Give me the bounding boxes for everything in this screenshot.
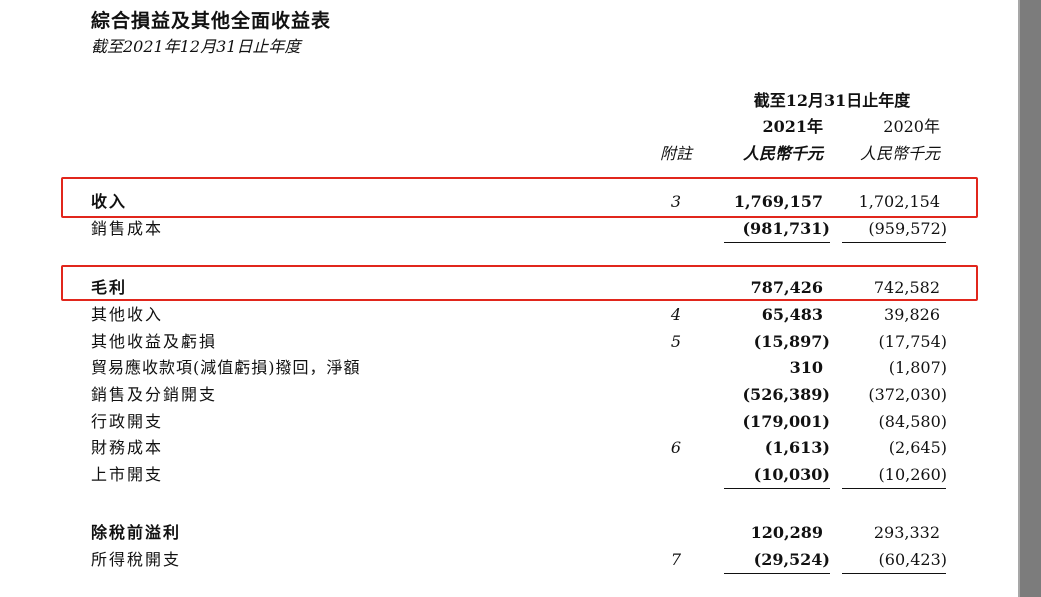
table-row: 銷售及分銷開支 (526,389) (372,030) [0,382,1018,408]
value-2020: 293,332 [873,523,940,542]
currency-2021-header: 人民幣千元 [742,144,823,163]
table-row: 行政開支 (179,001) (84,580) [0,409,1018,435]
row-note: 6 [670,438,682,457]
row-label: 銷售及分銷開支 [91,385,218,404]
highlight-box-revenue [61,177,978,218]
table-row: 上市開支 (10,030) (10,260) [0,462,1018,488]
row-label: 上市開支 [91,465,164,484]
subtotal-underline-2021 [724,573,830,574]
table-row: 貿易應收款項(減值虧損)撥回，淨額 310 (1,807) [0,355,1018,381]
value-2020: (84,580) [878,412,947,431]
value-2021: 65,483 [761,305,823,324]
table-row: 銷售成本 (981,731) (959,572) [0,216,1018,242]
value-2021: (15,897) [753,332,830,351]
value-2020: (60,423) [878,550,947,569]
value-2020: (17,754) [878,332,947,351]
value-2020: (959,572) [868,219,947,238]
row-label: 財務成本 [91,438,164,457]
currency-2020-header: 人民幣千元 [859,144,940,163]
table-row: 所得稅開支 7 (29,524) (60,423) [0,547,1018,573]
value-2020: 39,826 [884,305,940,324]
value-2020: (10,260) [878,465,947,484]
row-label: 貿易應收款項(減值虧損)撥回，淨額 [91,358,361,377]
value-2021: (1,613) [764,438,830,457]
value-2020: (1,807) [888,358,947,377]
row-label: 其他收入 [91,305,164,324]
subtotal-underline-2020 [842,242,946,243]
period-header: 截至12月31日止年度 [753,91,911,110]
row-label: 所得稅開支 [91,550,182,569]
row-label: 行政開支 [91,412,164,431]
highlight-box-gross-profit [61,265,978,301]
vertical-scrollbar[interactable] [1018,0,1041,597]
subtotal-underline-2021 [724,242,830,243]
year-2021-header: 2021年 [762,117,823,136]
value-2021: (179,001) [742,412,830,431]
row-note: 7 [670,550,682,569]
value-2021: (10,030) [753,465,830,484]
document-page: 綜合損益及其他全面收益表 截至2021年12月31日止年度 截至12月31日止年… [0,0,1018,597]
value-2021: 310 [789,358,823,377]
value-2021: (981,731) [742,219,830,238]
table-row: 財務成本 6 (1,613) (2,645) [0,435,1018,461]
note-column-header: 附註 [659,144,692,163]
value-2021: 120,289 [750,523,823,542]
row-label: 除稅前溢利 [91,523,182,542]
row-label: 其他收益及虧損 [91,332,218,351]
table-row: 除稅前溢利 120,289 293,332 [0,520,1018,546]
value-2020: (372,030) [868,385,947,404]
subtotal-underline-2021 [724,488,830,489]
table-row: 其他收入 4 65,483 39,826 [0,302,1018,328]
row-note: 5 [670,332,682,351]
value-2020: (2,645) [888,438,947,457]
value-2021: (526,389) [742,385,830,404]
row-label: 銷售成本 [91,219,164,238]
scrollbar-edge [1018,0,1020,597]
year-2020-header: 2020年 [883,117,940,136]
statement-subtitle: 截至2021年12月31日止年度 [91,37,301,56]
statement-title: 綜合損益及其他全面收益表 [91,10,332,32]
value-2021: (29,524) [753,550,830,569]
table-row: 其他收益及虧損 5 (15,897) (17,754) [0,329,1018,355]
subtotal-underline-2020 [842,488,946,489]
subtotal-underline-2020 [842,573,946,574]
row-note: 4 [670,305,682,324]
